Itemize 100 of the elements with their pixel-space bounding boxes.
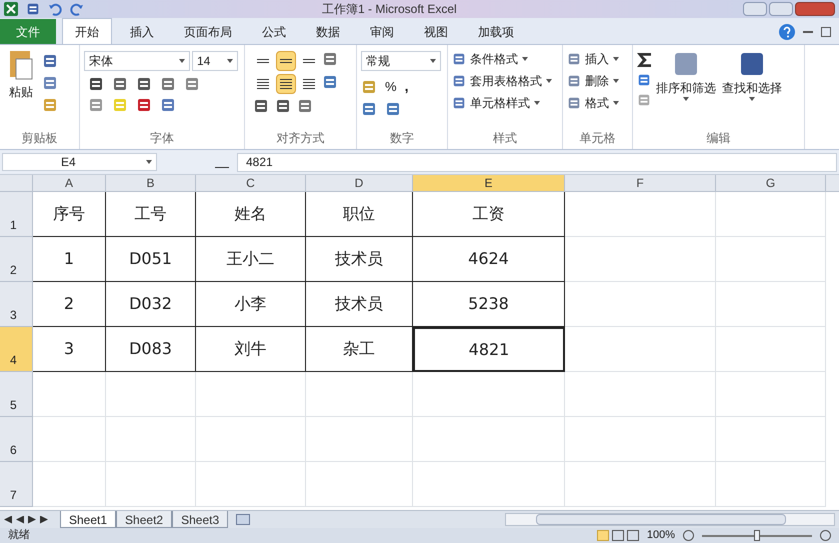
ribbon-tab[interactable]: 视图 xyxy=(412,19,460,44)
row-header[interactable]: 1 xyxy=(0,192,33,237)
sheet-tab[interactable]: Sheet1 xyxy=(60,511,116,528)
page-layout-icon[interactable] xyxy=(612,530,624,541)
font-name-field[interactable]: 宋体 xyxy=(84,51,190,71)
grid-cell[interactable] xyxy=(716,372,826,417)
grid-cell[interactable] xyxy=(565,462,716,507)
row-header[interactable]: 3 xyxy=(0,282,33,327)
font-size-field[interactable]: 14 xyxy=(192,51,238,71)
ribbon-tab[interactable]: 数据 xyxy=(304,19,352,44)
editing-button[interactable]: 排序和筛选 xyxy=(655,49,717,107)
styles-menu-button[interactable]: 套用表格格式 xyxy=(452,71,558,90)
grid-cell[interactable] xyxy=(196,372,306,417)
grid-cell[interactable] xyxy=(565,372,716,417)
grid-cell[interactable] xyxy=(716,417,826,462)
cells-menu-button[interactable]: 插入 xyxy=(567,49,628,68)
ribbon-tab[interactable]: 开始 xyxy=(62,18,112,44)
table-cell[interactable]: 王小二 xyxy=(196,237,306,282)
grid-cell[interactable] xyxy=(565,282,716,327)
table-cell[interactable]: 工资 xyxy=(413,192,565,237)
ribbon-tab[interactable]: 文件 xyxy=(0,19,56,44)
table-cell[interactable]: 技术员 xyxy=(306,237,413,282)
cells-menu-button[interactable]: 删除 xyxy=(567,71,628,90)
undo-icon[interactable] xyxy=(48,2,62,16)
table-cell[interactable]: 4821 xyxy=(413,327,565,372)
table-cell[interactable]: D051 xyxy=(106,237,196,282)
table-cell[interactable]: 技术员 xyxy=(306,282,413,327)
number-format-field[interactable]: 常规 xyxy=(361,51,441,71)
grid-cell[interactable] xyxy=(413,462,565,507)
table-cell[interactable]: 2 xyxy=(33,282,106,327)
grid-cell[interactable] xyxy=(565,237,716,282)
table-cell[interactable]: 工号 xyxy=(106,192,196,237)
grid-cell[interactable] xyxy=(306,417,413,462)
row-header[interactable]: 4 xyxy=(0,327,33,372)
restore-icon[interactable] xyxy=(821,27,831,37)
column-header[interactable]: A xyxy=(33,175,106,191)
grid-cell[interactable] xyxy=(196,417,306,462)
grid-cell[interactable] xyxy=(106,462,196,507)
align-button[interactable] xyxy=(276,51,296,71)
comma-button[interactable]: , xyxy=(404,76,408,97)
grid-cell[interactable] xyxy=(196,462,306,507)
grid-cell[interactable] xyxy=(413,372,565,417)
maximize-button[interactable] xyxy=(769,2,793,16)
column-header[interactable]: F xyxy=(565,175,716,191)
sheet-tab[interactable]: Sheet2 xyxy=(116,511,172,528)
table-cell[interactable]: 杂工 xyxy=(306,327,413,372)
first-sheet-icon[interactable] xyxy=(4,516,12,524)
horizontal-scrollbar[interactable] xyxy=(505,513,835,526)
styles-menu-button[interactable]: 单元格样式 xyxy=(452,93,558,112)
redo-icon[interactable] xyxy=(70,2,84,16)
table-cell[interactable]: 1 xyxy=(33,237,106,282)
zoom-slider-thumb[interactable] xyxy=(754,530,760,541)
table-cell[interactable]: 职位 xyxy=(306,192,413,237)
zoom-out-icon[interactable] xyxy=(683,530,694,541)
column-header[interactable]: G xyxy=(716,175,826,191)
grid-cell[interactable] xyxy=(716,327,826,372)
name-box[interactable]: E4 xyxy=(2,153,157,171)
ribbon-tab[interactable]: 页面布局 xyxy=(172,19,244,44)
table-cell[interactable]: 刘牛 xyxy=(196,327,306,372)
grid-cell[interactable] xyxy=(106,372,196,417)
page-break-icon[interactable] xyxy=(626,530,639,541)
table-cell[interactable]: 3 xyxy=(33,327,106,372)
column-header[interactable]: E xyxy=(413,175,565,191)
last-sheet-icon[interactable] xyxy=(40,516,48,524)
next-sheet-icon[interactable] xyxy=(28,516,36,524)
row-header[interactable]: 7 xyxy=(0,462,33,507)
table-cell[interactable]: 5238 xyxy=(413,282,565,327)
row-header[interactable]: 6 xyxy=(0,417,33,462)
table-cell[interactable]: 序号 xyxy=(33,192,106,237)
table-cell[interactable]: D083 xyxy=(106,327,196,372)
grid-cell[interactable] xyxy=(565,417,716,462)
ribbon-tab[interactable]: 公式 xyxy=(250,19,298,44)
row-header[interactable]: 2 xyxy=(0,237,33,282)
grid-cell[interactable] xyxy=(716,462,826,507)
grid-cell[interactable] xyxy=(306,462,413,507)
scroll-thumb[interactable] xyxy=(536,514,786,525)
table-cell[interactable]: D032 xyxy=(106,282,196,327)
table-cell[interactable]: 小李 xyxy=(196,282,306,327)
row-header[interactable]: 5 xyxy=(0,372,33,417)
grid-cell[interactable] xyxy=(33,417,106,462)
align-button[interactable] xyxy=(276,74,296,94)
formula-field[interactable]: 4821 xyxy=(237,152,837,172)
grid-cell[interactable] xyxy=(716,237,826,282)
paste-button[interactable]: 粘贴 xyxy=(4,49,38,113)
ribbon-tab[interactable]: 插入 xyxy=(118,19,166,44)
ribbon-tab[interactable]: 审阅 xyxy=(358,19,406,44)
percent-button[interactable]: % xyxy=(385,76,397,96)
grid-cell[interactable] xyxy=(716,192,826,237)
new-sheet-icon[interactable] xyxy=(236,514,250,525)
column-header[interactable]: B xyxy=(106,175,196,191)
close-button[interactable] xyxy=(795,2,835,16)
grid-cell[interactable] xyxy=(33,372,106,417)
previous-sheet-icon[interactable] xyxy=(16,516,24,524)
help-icon[interactable] xyxy=(779,24,795,40)
grid-cell[interactable] xyxy=(33,462,106,507)
grid-cell[interactable] xyxy=(306,372,413,417)
grid-cell[interactable] xyxy=(106,417,196,462)
grid-cell[interactable] xyxy=(565,192,716,237)
ribbon-tab[interactable]: 加载项 xyxy=(466,19,526,44)
grid-cell[interactable] xyxy=(413,417,565,462)
